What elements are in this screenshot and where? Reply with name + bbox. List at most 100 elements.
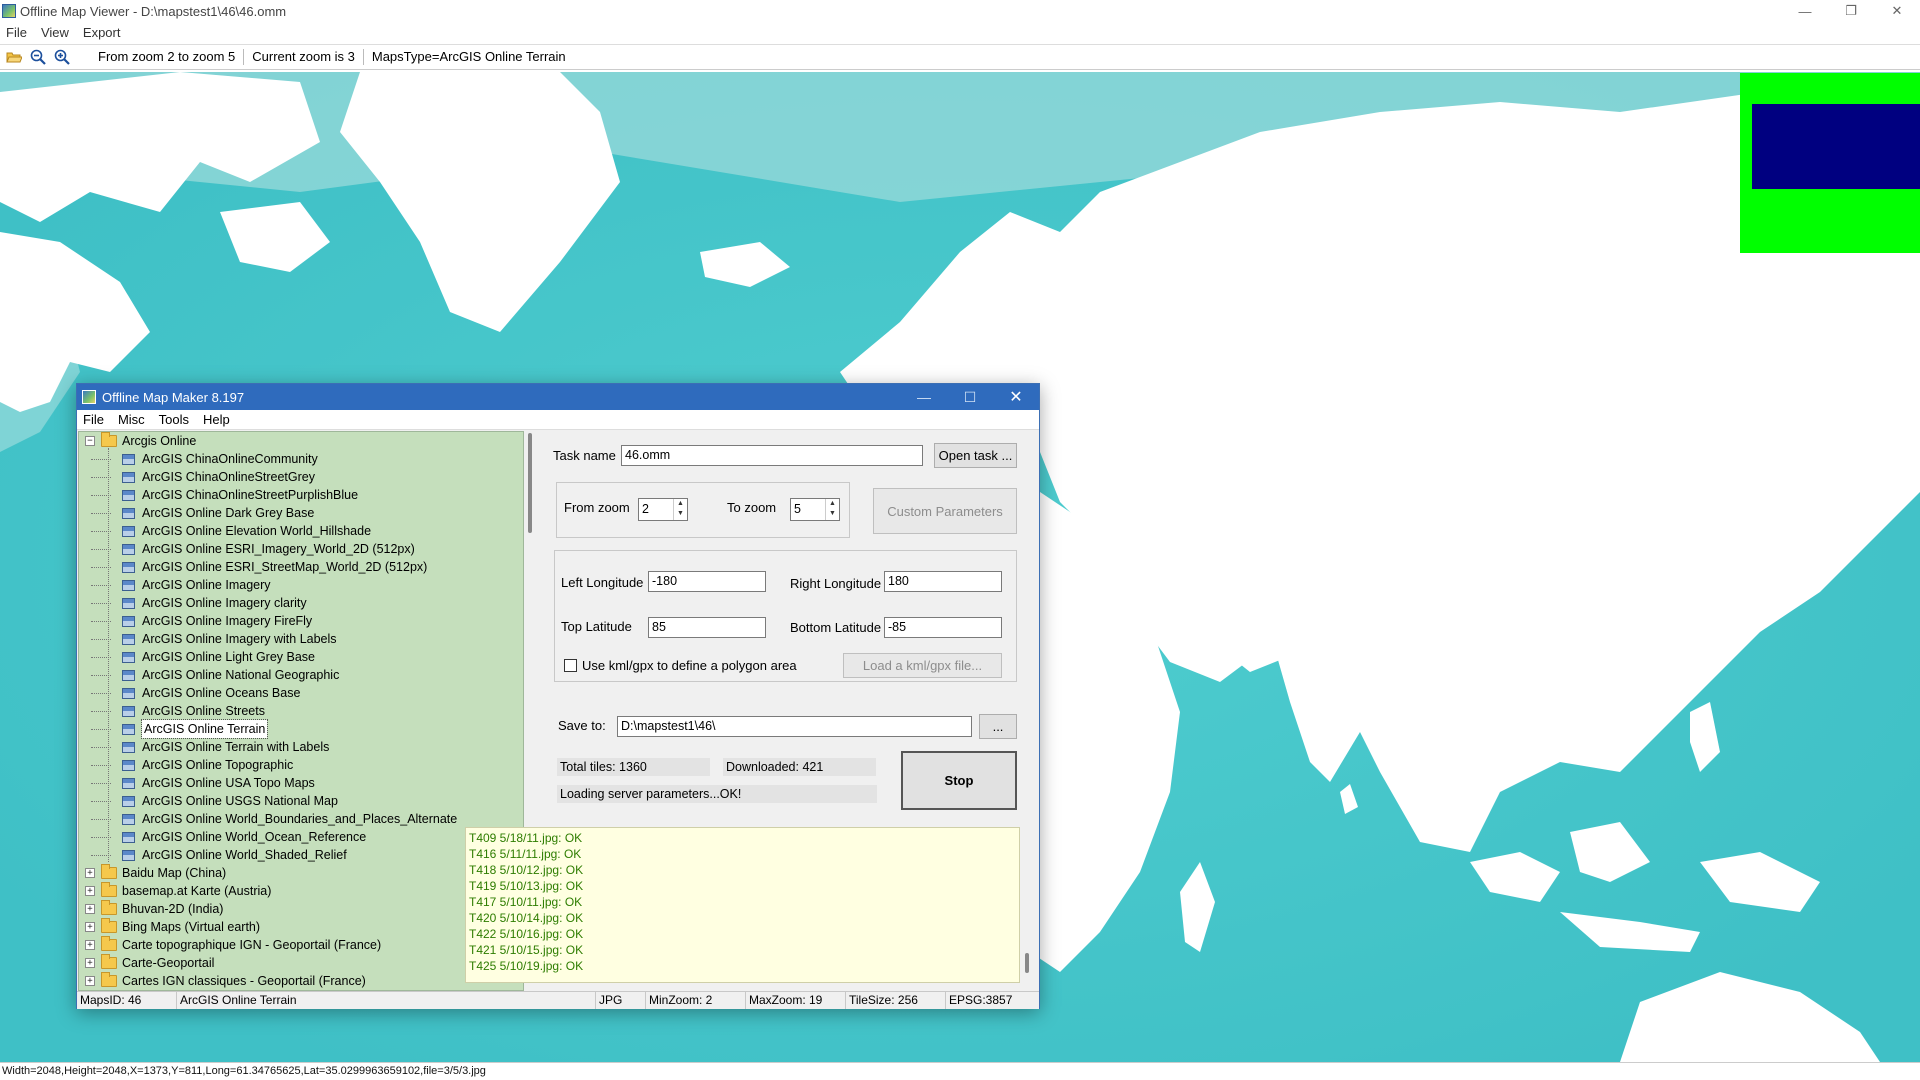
map-layer-icon — [122, 759, 135, 771]
map-layer-icon — [122, 849, 135, 861]
dialog-menu-misc[interactable]: Misc — [118, 412, 145, 427]
tree-item-map-source[interactable]: ArcGIS Online Terrain with Labels — [79, 738, 523, 756]
tree-item-map-source[interactable]: ArcGIS Online World_Shaded_Relief — [79, 846, 523, 864]
tree-item-map-source[interactable]: ArcGIS Online USGS National Map — [79, 792, 523, 810]
expand-icon[interactable]: + — [85, 976, 95, 986]
dialog-maximize-button[interactable]: ☐ — [947, 384, 993, 410]
tree-item-map-source[interactable]: ArcGIS Online Imagery clarity — [79, 594, 523, 612]
to-zoom-spinner[interactable]: 5 ▲ ▼ — [790, 498, 840, 521]
expand-icon[interactable]: + — [85, 886, 95, 896]
restore-button[interactable]: ❐ — [1828, 0, 1874, 22]
expand-icon[interactable]: + — [85, 922, 95, 932]
tree-item-map-source[interactable]: ArcGIS Online Topographic — [79, 756, 523, 774]
browse-folder-button[interactable]: ... — [979, 714, 1017, 739]
map-layer-icon — [122, 489, 135, 501]
dialog-close-button[interactable]: ✕ — [993, 384, 1039, 410]
map-layer-icon — [122, 543, 135, 555]
load-kml-button[interactable]: Load a kml/gpx file... — [843, 653, 1002, 678]
to-zoom-value: 5 — [794, 502, 801, 516]
tree-root-provider[interactable]: + Carte topographique IGN - Geoportail (F… — [79, 936, 523, 954]
tree-root-provider[interactable]: + Bing Maps (Virtual earth) — [79, 918, 523, 936]
task-name-input[interactable]: 46.omm — [621, 445, 923, 466]
menu-export[interactable]: Export — [83, 25, 121, 40]
expand-icon[interactable]: + — [85, 904, 95, 914]
overview-viewport-rect[interactable] — [1752, 104, 1920, 189]
folder-icon — [101, 864, 117, 879]
dialog-menu-tools[interactable]: Tools — [159, 412, 189, 427]
tree-item-map-source[interactable]: ArcGIS Online Dark Grey Base — [79, 504, 523, 522]
tree-item-map-source[interactable]: ArcGIS Online ESRI_Imagery_World_2D (512… — [79, 540, 523, 558]
minimize-button[interactable]: — — [1782, 0, 1828, 22]
tree-item-map-source[interactable]: ArcGIS Online Terrain — [79, 719, 523, 739]
expand-icon[interactable]: + — [85, 940, 95, 950]
dialog-titlebar[interactable]: Offline Map Maker 8.197 — ☐ ✕ — [77, 384, 1039, 410]
tree-item-map-source[interactable]: ArcGIS Online National Geographic — [79, 666, 523, 684]
tree-root-provider[interactable]: + Baidu Map (China) — [79, 864, 523, 882]
download-log[interactable]: T409 5/18/11.jpg: OK T416 5/11/11.jpg: OK… — [465, 827, 1020, 983]
tree-item-map-source[interactable]: ArcGIS ChinaOnlineCommunity — [79, 450, 523, 468]
tree-item-map-source[interactable]: ArcGIS Online ESRI_StreetMap_World_2D (5… — [79, 558, 523, 576]
from-zoom-spinner[interactable]: 2 ▲ ▼ — [638, 498, 688, 521]
custom-parameters-button[interactable]: Custom Parameters — [873, 488, 1017, 534]
zoom-in-icon[interactable] — [52, 47, 72, 67]
zoom-out-icon[interactable] — [28, 47, 48, 67]
tree-item-map-source[interactable]: ArcGIS Online Imagery — [79, 576, 523, 594]
tree-scrollbar-thumb[interactable] — [528, 433, 532, 533]
main-menubar: File View Export — [0, 22, 1920, 42]
tree-item-map-source[interactable]: ArcGIS Online Imagery FireFly — [79, 612, 523, 630]
right-longitude-input[interactable]: 180 — [884, 571, 1002, 592]
tree-item-map-source[interactable]: ArcGIS ChinaOnlineStreetGrey — [79, 468, 523, 486]
tree-root-provider[interactable]: + Cartes IGN classiques - Geoportail (Fra… — [79, 972, 523, 990]
left-longitude-input[interactable]: -180 — [648, 571, 766, 592]
dialog-menu-help[interactable]: Help — [203, 412, 230, 427]
open-task-button[interactable]: Open task ... — [934, 443, 1017, 468]
dialog-menu-file[interactable]: File — [83, 412, 104, 427]
status-message-field: Loading server parameters...OK! — [557, 785, 877, 803]
collapse-icon[interactable]: − — [85, 436, 95, 446]
tree-item-map-source[interactable]: ArcGIS Online USA Topo Maps — [79, 774, 523, 792]
tree-root-provider[interactable]: + basemap.at Karte (Austria) — [79, 882, 523, 900]
window-controls: — ❐ ✕ — [1782, 0, 1920, 22]
map-layer-icon — [122, 471, 135, 483]
tree-item-map-source[interactable]: ArcGIS ChinaOnlineStreetPurplishBlue — [79, 486, 523, 504]
expand-icon[interactable]: + — [85, 958, 95, 968]
overview-minimap[interactable] — [1740, 73, 1920, 253]
to-zoom-arrows-icon[interactable]: ▲ ▼ — [825, 499, 839, 520]
menu-view[interactable]: View — [41, 25, 69, 40]
tree-node-label: Arcgis Online — [122, 434, 197, 448]
save-to-input[interactable]: D:\mapstest1\46\ — [617, 716, 972, 737]
tree-item-map-source[interactable]: ArcGIS Online Elevation World_Hillshade — [79, 522, 523, 540]
tree-root-provider[interactable]: + Carte-Geoportail — [79, 954, 523, 972]
log-line: T416 5/11/11.jpg: OK — [469, 847, 582, 861]
folder-icon — [101, 954, 117, 969]
tree-root-arcgis-online[interactable]: − Arcgis Online — [79, 432, 523, 450]
log-line: T425 5/10/19.jpg: OK — [469, 959, 584, 973]
tree-item-map-source[interactable]: ArcGIS Online World_Ocean_Reference — [79, 828, 523, 846]
menu-file[interactable]: File — [6, 25, 27, 40]
tree-item-map-source[interactable]: ArcGIS Online Light Grey Base — [79, 648, 523, 666]
use-kml-checkbox[interactable] — [564, 659, 577, 672]
map-source-tree[interactable]: − Arcgis Online ArcGIS ChinaOnlineCommunit… — [78, 431, 524, 991]
tree-item-map-source[interactable]: ArcGIS Online Oceans Base — [79, 684, 523, 702]
tree-root-provider[interactable]: + Bhuvan-2D (India) — [79, 900, 523, 918]
tree-item-map-source[interactable]: ArcGIS Online World_Boundaries_and_Place… — [79, 810, 523, 828]
tree-item-map-source[interactable]: ArcGIS Online Streets — [79, 702, 523, 720]
stop-button[interactable]: Stop — [901, 751, 1017, 810]
log-scrollbar-thumb[interactable] — [1025, 953, 1029, 973]
top-latitude-input[interactable]: 85 — [648, 617, 766, 638]
close-button[interactable]: ✕ — [1874, 0, 1920, 22]
open-folder-icon[interactable] — [4, 47, 24, 67]
from-zoom-arrows-icon[interactable]: ▲ ▼ — [673, 499, 687, 520]
tree-item-map-source[interactable]: ArcGIS Online Imagery with Labels — [79, 630, 523, 648]
log-line: T418 5/10/12.jpg: OK — [469, 863, 584, 877]
folder-icon — [101, 936, 117, 951]
tree-node-label: ArcGIS Online Light Grey Base — [142, 650, 315, 664]
bottom-latitude-input[interactable]: -85 — [884, 617, 1002, 638]
main-toolbar: From zoom 2 to zoom 5 Current zoom is 3 … — [0, 44, 1920, 70]
bottom-latitude-label: Bottom Latitude — [790, 620, 882, 635]
log-line: T419 5/10/13.jpg: OK — [469, 879, 584, 893]
tree-node-label: ArcGIS Online World_Ocean_Reference — [142, 830, 367, 844]
tree-node-label: ArcGIS Online Imagery clarity — [142, 596, 307, 610]
dialog-minimize-button[interactable]: — — [901, 384, 947, 410]
expand-icon[interactable]: + — [85, 868, 95, 878]
